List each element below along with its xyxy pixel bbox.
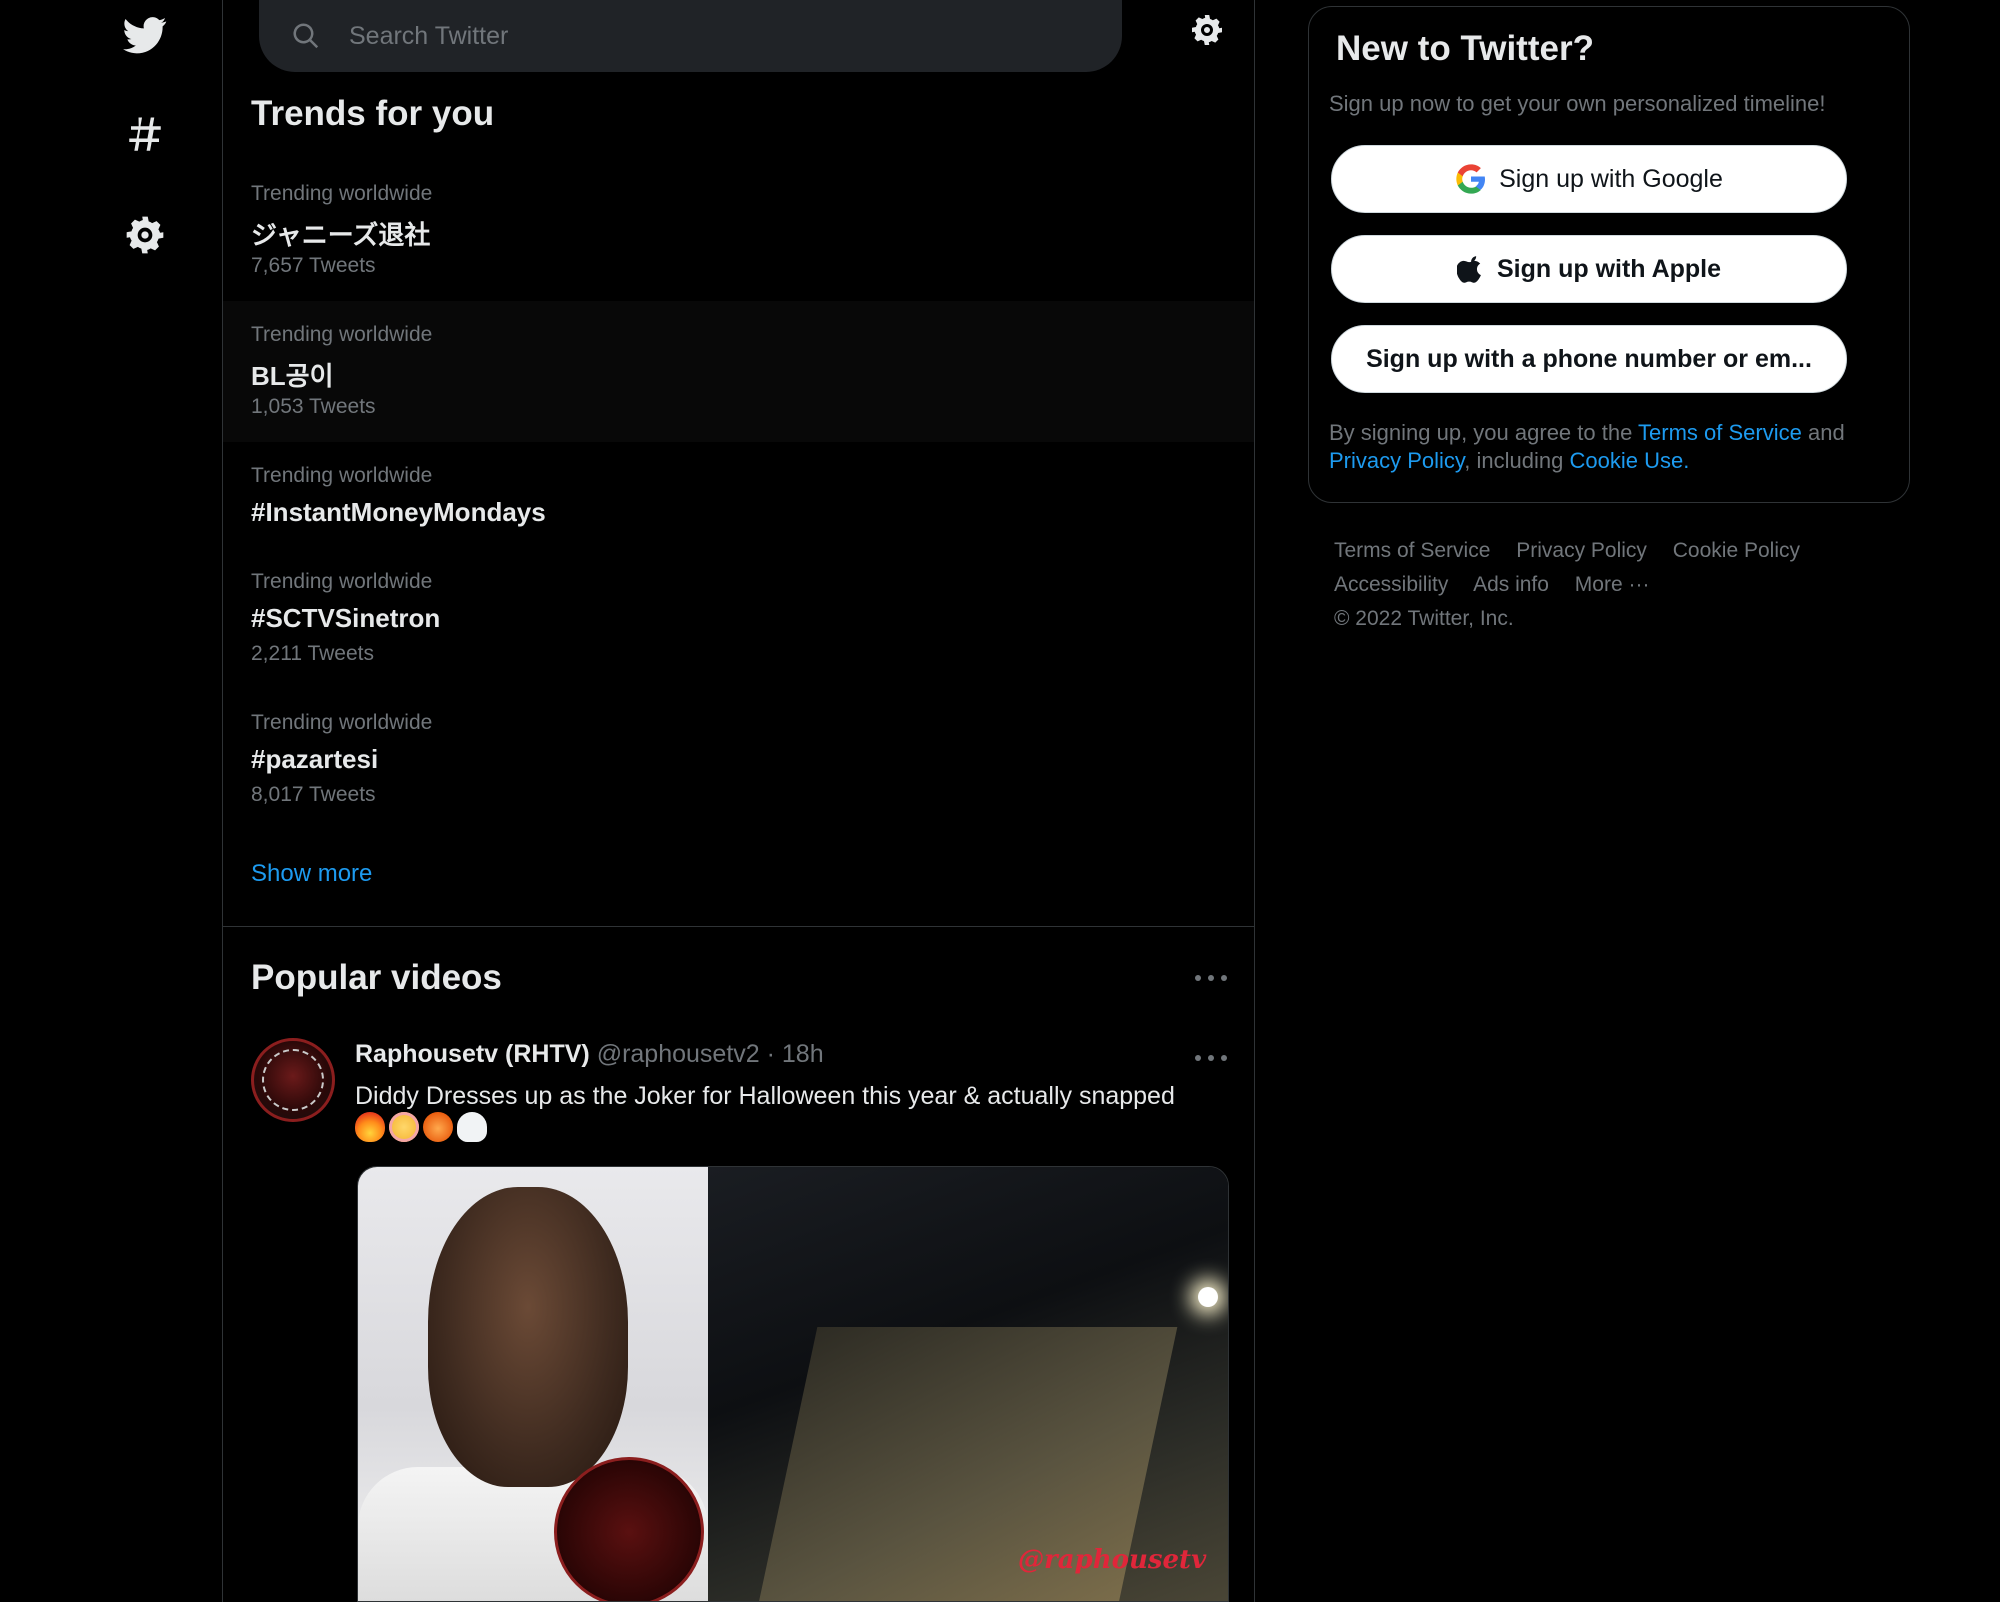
signup-google-label: Sign up with Google (1499, 164, 1723, 193)
tweet-time[interactable]: · 18h (767, 1040, 824, 1068)
apple-icon (1456, 256, 1481, 283)
twitter-home-link[interactable] (110, 0, 180, 70)
trend-item[interactable]: Trending worldwide #InstantMoneyMondays (223, 442, 1254, 548)
jack-o-lantern-emoji-icon (423, 1112, 453, 1142)
channel-logo-badge (554, 1457, 704, 1601)
trend-meta: Trending worldwide (251, 182, 433, 205)
footer-link[interactable]: Cookie Policy (1673, 539, 1800, 562)
signup-legal: By signing up, you agree to the Terms of… (1329, 419, 1889, 475)
signup-card: New to Twitter? Sign up now to get your … (1308, 6, 1910, 503)
signup-subtitle: Sign up now to get your own personalized… (1329, 91, 1826, 116)
trend-name: #InstantMoneyMondays (251, 497, 546, 527)
settings-link[interactable] (110, 200, 180, 270)
signup-title: New to Twitter? (1336, 29, 1594, 68)
tweet-text: Diddy Dresses up as the Joker for Hallow… (355, 1082, 1175, 1110)
trend-meta: Trending worldwide (251, 323, 433, 346)
avatar[interactable] (251, 1038, 335, 1122)
explore-link[interactable] (110, 100, 180, 170)
trend-name: #pazartesi (251, 744, 379, 774)
trend-item[interactable]: Trending worldwide ジャニーズ退社 7,657 Tweets (223, 160, 1254, 301)
legal-and: and (1808, 420, 1845, 445)
trend-name: #SCTVSinetron (251, 603, 441, 633)
footer-row: Accessibility Ads info More ··· (1334, 568, 1894, 602)
footer-link[interactable]: Privacy Policy (1516, 539, 1647, 562)
section-divider (223, 926, 1254, 927)
footer-more-link[interactable]: More ··· (1575, 573, 1650, 596)
trend-name: BL공이 (251, 361, 334, 391)
trend-count: 7,657 Tweets (251, 254, 376, 277)
twitter-bird-icon (123, 17, 167, 54)
trend-item[interactable]: Trending worldwide #SCTVSinetron 2,211 T… (223, 548, 1254, 689)
trend-meta: Trending worldwide (251, 570, 433, 593)
flushed-face-emoji-icon (389, 1112, 419, 1142)
signup-apple-label: Sign up with Apple (1496, 254, 1722, 283)
hashtag-icon (129, 117, 161, 151)
search-input[interactable] (349, 21, 1049, 51)
footer: Terms of Service Privacy Policy Cookie P… (1334, 534, 1894, 636)
trend-count: 8,017 Tweets (251, 783, 376, 806)
explore-settings-icon[interactable] (1189, 12, 1225, 48)
tweet-emojis (355, 1112, 487, 1142)
tweet-header: Raphousetv (RHTV) @raphousetv2 · 18h (355, 1040, 824, 1069)
ghost-emoji-icon (457, 1112, 487, 1142)
gear-icon (126, 216, 164, 254)
trend-meta: Trending worldwide (251, 464, 433, 487)
search-icon (293, 23, 319, 49)
trends-title: Trends for you (251, 94, 495, 133)
signup-phone-label: Sign up with a phone number or em... (1366, 344, 1812, 373)
popular-videos-title: Popular videos (251, 958, 502, 997)
tweet-author-name[interactable]: Raphousetv (RHTV) (355, 1040, 590, 1068)
main-column: Trends for you Trending worldwide ジャニーズ退… (222, 0, 1255, 1602)
signup-phone-button[interactable]: Sign up with a phone number or em... (1331, 325, 1847, 393)
trend-count: 1,053 Tweets (251, 395, 376, 418)
more-options-icon[interactable] (1191, 968, 1231, 988)
show-more-link[interactable]: Show more (251, 860, 372, 888)
search-row (223, 0, 1256, 80)
video-watermark: @raphousetv (1018, 1545, 1207, 1575)
trend-item[interactable]: Trending worldwide #pazartesi 8,017 Twee… (223, 689, 1254, 830)
signup-apple-button[interactable]: Sign up with Apple (1331, 235, 1847, 303)
trend-name: ジャニーズ退社 (251, 220, 431, 250)
left-nav (0, 0, 222, 1602)
footer-link[interactable]: Ads info (1473, 573, 1549, 596)
signup-google-button[interactable]: Sign up with Google (1331, 145, 1847, 213)
terms-link[interactable]: Terms of Service (1638, 420, 1802, 445)
footer-link[interactable]: Terms of Service (1334, 539, 1490, 562)
legal-prefix: By signing up, you agree to the (1329, 420, 1633, 445)
trend-count: 2,211 Tweets (251, 642, 374, 665)
footer-copyright: © 2022 Twitter, Inc. (1334, 607, 1514, 630)
legal-including: , including (1464, 448, 1564, 473)
google-icon (1456, 164, 1486, 194)
footer-link[interactable]: Accessibility (1334, 573, 1448, 596)
trend-item[interactable]: Trending worldwide BL공이 1,053 Tweets (223, 301, 1254, 442)
cookie-link[interactable]: Cookie Use. (1570, 448, 1690, 473)
privacy-link[interactable]: Privacy Policy (1329, 448, 1464, 473)
footer-row: Terms of Service Privacy Policy Cookie P… (1334, 534, 1894, 568)
fire-emoji-icon (355, 1112, 385, 1142)
tweet-video[interactable]: @raphousetv (357, 1166, 1229, 1602)
trend-meta: Trending worldwide (251, 711, 433, 734)
tweet-author-handle[interactable]: @raphousetv2 (597, 1040, 760, 1068)
tweet-more-icon[interactable] (1191, 1048, 1231, 1068)
search-box[interactable] (259, 0, 1122, 72)
